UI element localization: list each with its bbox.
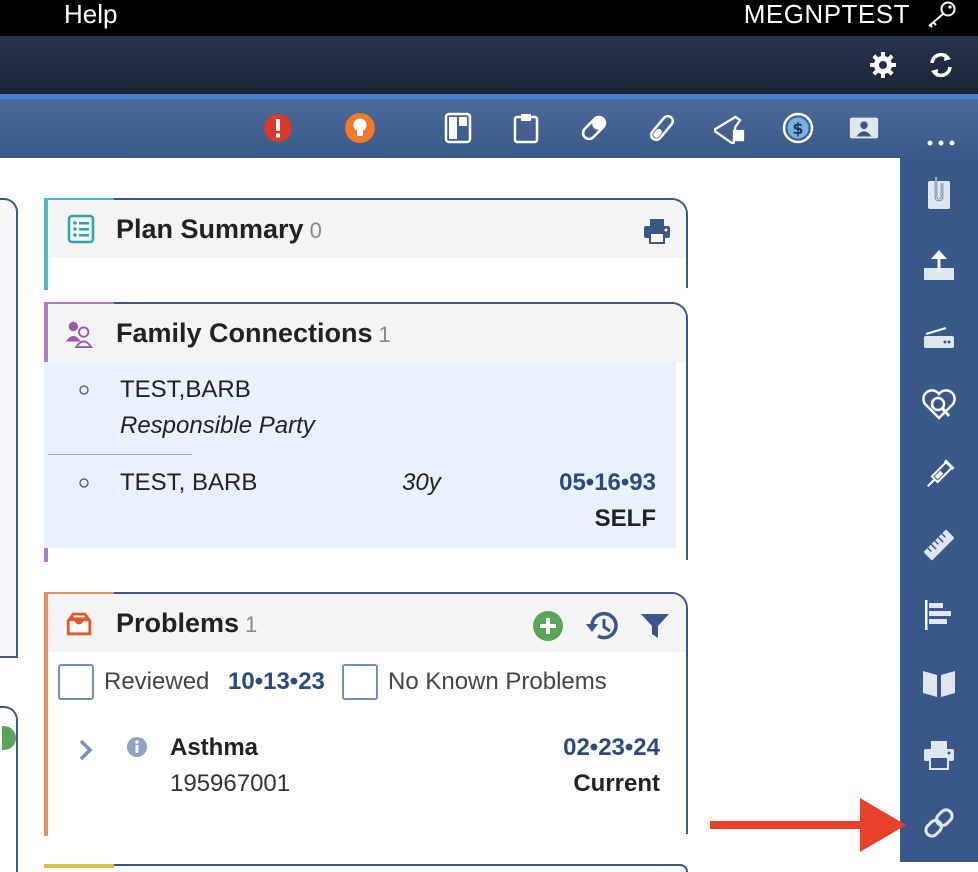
scanner-icon[interactable] <box>920 318 958 356</box>
bullet-icon <box>79 385 89 395</box>
bar-chart-icon[interactable] <box>920 596 958 634</box>
ruler-icon[interactable] <box>920 526 958 564</box>
print-icon[interactable] <box>642 218 672 244</box>
printer-icon[interactable] <box>920 736 958 774</box>
top-bar: Help MEGNPTEST <box>0 0 978 36</box>
red-arrow-annotation <box>710 798 906 852</box>
svg-text:$: $ <box>792 119 803 138</box>
family-role: Responsible Party <box>120 412 315 439</box>
book-icon[interactable] <box>920 664 958 702</box>
family-connections-title: Family Connections <box>116 318 373 348</box>
info-icon[interactable] <box>126 736 148 758</box>
pill-icon[interactable] <box>578 112 610 144</box>
lightbulb-icon[interactable] <box>344 112 376 144</box>
more-icon[interactable] <box>926 128 956 146</box>
problem-name: Asthma <box>170 734 259 761</box>
alert-icon[interactable] <box>262 112 294 144</box>
family-age: 30y <box>402 469 441 496</box>
filter-icon[interactable] <box>640 612 670 640</box>
family-name: TEST,BARB <box>120 376 251 403</box>
chevron-right-icon[interactable] <box>78 738 94 762</box>
clipboard-icon[interactable] <box>510 112 542 144</box>
upload-icon[interactable] <box>920 246 958 284</box>
plan-summary-title: Plan Summary <box>116 214 304 244</box>
left-panel-edge-lower <box>0 706 18 872</box>
list-item[interactable]: TEST,BARB Responsible Party <box>44 362 676 454</box>
next-card-edge <box>44 864 688 872</box>
problems-count: 1 <box>245 612 258 637</box>
add-icon[interactable] <box>532 610 564 642</box>
flask-icon[interactable] <box>714 112 746 144</box>
help-link[interactable]: Help <box>64 0 117 28</box>
left-panel-edge <box>0 198 18 658</box>
layout-icon[interactable] <box>442 112 474 144</box>
refresh-icon[interactable] <box>926 50 956 80</box>
reviewed-checkbox[interactable] <box>58 664 94 700</box>
id-card-icon[interactable] <box>848 112 880 144</box>
header-band <box>0 36 978 94</box>
gear-icon[interactable] <box>868 50 898 80</box>
family-relation: SELF <box>594 505 656 532</box>
reviewed-date: 10•13•23 <box>228 668 325 695</box>
right-sidebar <box>900 158 978 862</box>
problem-status: Current <box>573 770 660 797</box>
list-item[interactable]: TEST, BARB 30y 05•16•93 SELF <box>44 455 676 547</box>
family-list: TEST,BARB Responsible Party TEST, BARB 3… <box>44 362 676 548</box>
inbox-icon <box>66 612 92 636</box>
username-label[interactable]: MEGNPTEST <box>744 0 910 28</box>
history-icon[interactable] <box>584 610 620 642</box>
test-tube-icon[interactable] <box>646 112 678 144</box>
no-known-problems-checkbox[interactable] <box>342 664 378 700</box>
family-connections-header[interactable]: Family Connections 1 <box>48 304 686 362</box>
paperclip-icon[interactable] <box>920 174 958 212</box>
no-known-problems-label: No Known Problems <box>388 668 607 695</box>
dollar-icon[interactable]: $ <box>782 112 814 144</box>
table-row[interactable]: Asthma 195967001 02•23•24 Current <box>48 724 686 804</box>
plan-summary-header[interactable]: Plan Summary 0 <box>48 200 686 258</box>
family-icon <box>65 321 93 348</box>
plan-summary-card: Plan Summary 0 <box>44 198 688 290</box>
syringe-icon[interactable] <box>920 456 958 494</box>
problem-date: 02•23•24 <box>563 734 660 761</box>
list-icon <box>67 214 95 244</box>
problem-code: 195967001 <box>170 770 291 797</box>
reviewed-label: Reviewed <box>104 668 210 695</box>
family-dob: 05•16•93 <box>559 469 656 496</box>
heart-search-icon[interactable] <box>920 386 958 424</box>
family-name: TEST, BARB <box>120 469 258 496</box>
bullet-icon <box>79 478 89 488</box>
toolbar: $ <box>0 99 978 158</box>
link-icon[interactable] <box>920 804 958 842</box>
family-connections-count: 1 <box>378 322 391 347</box>
problems-card: Problems 1 Reviewed 10•13•23 No Known Pro… <box>44 592 688 836</box>
problems-title: Problems <box>116 608 240 638</box>
plan-summary-count: 0 <box>309 218 322 243</box>
key-icon[interactable] <box>924 0 958 28</box>
problems-header[interactable]: Problems 1 <box>48 594 686 652</box>
